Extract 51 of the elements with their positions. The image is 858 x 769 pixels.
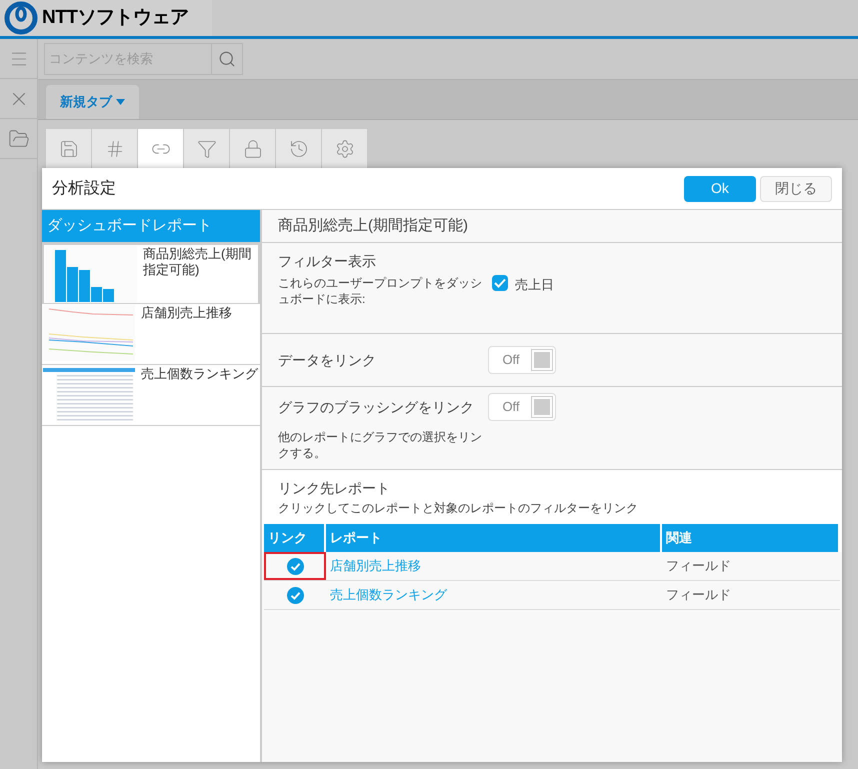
sidebar-header: ダッシュボードレポート: [42, 210, 260, 243]
report-title: 店舗別売上推移: [141, 305, 232, 322]
report-title: 売上個数ランキング: [141, 366, 258, 383]
linked-section-hint: クリックしてこのレポートと対象のレポートのフィルターをリンク: [278, 500, 639, 517]
filter-tool-button[interactable]: [184, 129, 230, 168]
history-tool-button[interactable]: [276, 129, 322, 168]
column-header: レポート: [326, 524, 662, 552]
relation-cell-text: フィールド: [666, 557, 731, 576]
checkmark-icon: [494, 278, 506, 288]
search-icon[interactable]: [218, 50, 236, 68]
ok-button[interactable]: Ok: [684, 176, 756, 202]
link-tool-button[interactable]: [138, 129, 184, 168]
report-title: 商品別総売上(期間指定可能): [143, 246, 252, 279]
toggle-label: グラフのブラッシングをリンク: [278, 398, 475, 416]
report-list-item[interactable]: 商品別総売上(期間指定可能): [42, 243, 260, 304]
filter-icon[interactable]: [196, 138, 216, 158]
ring-logo-icon: [4, 1, 38, 35]
prompt-label: 売上日: [515, 276, 554, 294]
settings-tool-button[interactable]: [322, 129, 368, 168]
report-heading: 商品別総売上(期間指定可能): [262, 210, 842, 243]
tab[interactable]: 新規タブ: [46, 85, 139, 119]
toggle-label: データをリンク: [278, 350, 377, 370]
report-link[interactable]: 店舗別売上推移: [330, 556, 421, 576]
history-icon[interactable]: [288, 138, 308, 158]
close-dialog-button[interactable]: 閉じる: [760, 176, 832, 202]
filter-description: これらのユーザープロンプトをダッシュボードに表示:: [278, 275, 483, 307]
report-link[interactable]: 売上個数ランキング: [330, 585, 447, 605]
lock-icon[interactable]: [242, 138, 262, 158]
check-circle-icon[interactable]: [286, 586, 304, 604]
dialog-title: 分析設定: [52, 178, 116, 198]
save-icon[interactable]: [58, 138, 78, 158]
report-list-item[interactable]: 売上個数ランキング: [42, 365, 260, 426]
column-header: リンク: [264, 524, 326, 552]
logo-text: NTTソフトウェア: [42, 6, 189, 30]
linked-section-title: リンク先レポート: [278, 479, 391, 498]
folder-icon[interactable]: [8, 128, 30, 150]
settings-icon[interactable]: [334, 138, 354, 158]
search-button[interactable]: [212, 43, 243, 75]
filter-section-title: フィルター表示: [278, 252, 377, 271]
save-tool-button[interactable]: [46, 129, 92, 168]
caret-icon: [116, 99, 125, 105]
relation-cell-text: フィールド: [666, 586, 731, 604]
report-list-item[interactable]: 店舗別売上推移: [42, 304, 260, 365]
toggle-switch[interactable]: Off: [488, 393, 556, 421]
lock-tool-button[interactable]: [230, 129, 276, 168]
column-header: 関連: [662, 524, 840, 552]
toggle-note: 他のレポートにグラフでの選択をリンクする。: [278, 429, 483, 461]
grid-tool-button[interactable]: [92, 129, 138, 168]
checkbox[interactable]: [492, 275, 508, 291]
toggle-switch[interactable]: Off: [488, 346, 556, 374]
check-circle-icon[interactable]: [286, 558, 304, 574]
